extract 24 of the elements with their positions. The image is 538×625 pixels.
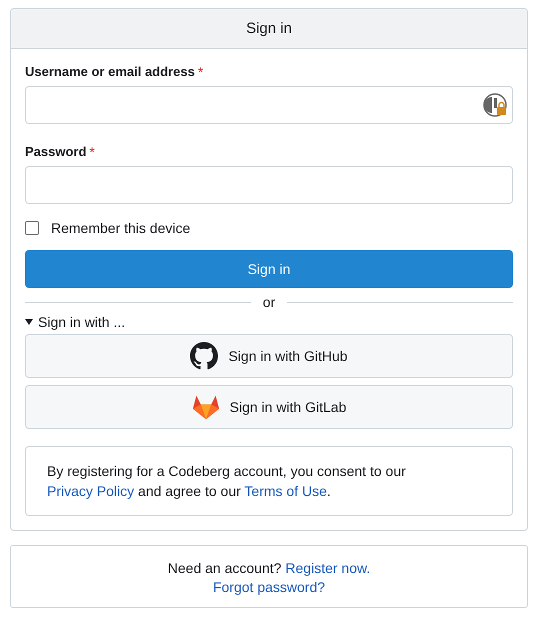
password-manager-icon[interactable] xyxy=(483,93,507,117)
account-question: Need an account? xyxy=(168,559,282,578)
remember-label[interactable]: Remember this device xyxy=(51,220,190,236)
divider-label: or xyxy=(262,294,276,310)
consent-text: By registering for a Codeberg account, you consent to our Privacy Policy and agree to our Terms of Use. xyxy=(47,463,406,499)
input-field[interactable] xyxy=(25,86,513,124)
oauth-button[interactable]: Sign in with GitHub xyxy=(25,334,513,378)
input-field[interactable] xyxy=(25,166,513,204)
required-mark: * xyxy=(89,144,95,160)
sign-in-with-toggle[interactable]: Sign in with ... xyxy=(25,314,126,330)
field-label: Password xyxy=(25,144,86,159)
caret-icon xyxy=(25,319,33,325)
field-label: Username or email address xyxy=(25,64,195,79)
sign-in-button[interactable]: Sign in xyxy=(25,250,513,288)
octocat-icon xyxy=(190,342,218,370)
remember-checkbox[interactable] xyxy=(25,221,39,235)
card-title: Sign in xyxy=(246,20,292,37)
consent-link[interactable]: Privacy Policy xyxy=(47,483,134,499)
consent-link[interactable]: Terms of Use xyxy=(244,483,327,499)
required-mark: * xyxy=(198,64,204,80)
fox-head-icon xyxy=(192,393,220,421)
forgot-password-link[interactable]: Forgot password? xyxy=(212,578,326,597)
oauth-button[interactable]: Sign in with GitLab xyxy=(25,385,513,429)
register-link[interactable]: Register now. xyxy=(285,559,370,578)
